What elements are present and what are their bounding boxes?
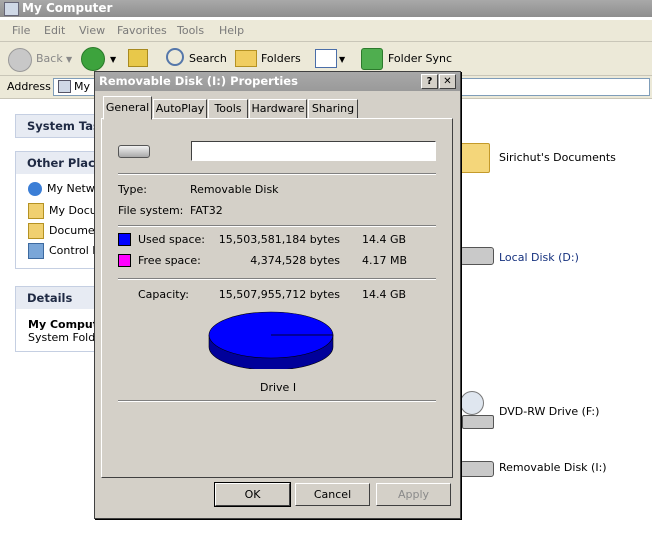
window-title: My Computer: [22, 1, 113, 15]
search-icon[interactable]: [166, 48, 184, 66]
folder-sync-icon[interactable]: [361, 48, 383, 70]
other-places-item[interactable]: Control P: [28, 243, 99, 259]
free-space-bytes: 4,374,528 bytes: [250, 254, 340, 267]
free-space-size: 4.17 MB: [362, 254, 408, 267]
other-places-label: My Netw: [47, 182, 95, 195]
folders-button[interactable]: Folders: [261, 52, 301, 65]
separator: [118, 173, 436, 175]
back-label: Back: [36, 52, 63, 65]
volume-label-input[interactable]: [191, 141, 436, 161]
cancel-button[interactable]: Cancel: [295, 483, 370, 506]
separator: [118, 400, 436, 402]
file-item-label: Sirichut's Documents: [499, 151, 616, 164]
other-places-label: Control P: [49, 244, 99, 257]
capacity-size: 14.4 GB: [362, 288, 407, 301]
free-space-swatch: [118, 254, 131, 267]
file-item[interactable]: DVD-RW Drive (F:): [460, 389, 640, 433]
file-item-label: DVD-RW Drive (F:): [499, 405, 600, 418]
window-titlebar: My Computer: [0, 0, 652, 17]
network-icon: [28, 182, 42, 196]
used-space-size: 14.4 GB: [362, 233, 407, 246]
free-space-label: Free space:: [138, 254, 201, 267]
separator: [118, 225, 436, 227]
back-dropdown-icon[interactable]: ▼: [66, 55, 72, 64]
address-label: Address: [7, 80, 51, 93]
tab-hardware[interactable]: Hardware: [249, 99, 307, 120]
folder-icon: [460, 143, 490, 173]
help-button[interactable]: ?: [421, 74, 438, 89]
menu-edit[interactable]: Edit: [44, 24, 65, 37]
other-places-label: Documer: [49, 224, 100, 237]
other-places-item[interactable]: My Docu: [28, 203, 97, 219]
used-space-bytes: 15,503,581,184 bytes: [218, 233, 340, 246]
computer-icon: [4, 2, 19, 16]
up-folder-icon[interactable]: [128, 49, 148, 67]
control-panel-icon: [28, 243, 44, 259]
tab-autoplay[interactable]: AutoPlay: [153, 99, 207, 120]
dvd-icon: [460, 391, 484, 415]
tab-general[interactable]: General: [103, 96, 152, 120]
menu-view[interactable]: View: [79, 24, 105, 37]
file-item-label: Removable Disk (I:): [499, 461, 607, 474]
drive-body-icon: [462, 415, 494, 429]
disk-usage-pie-chart: [208, 311, 334, 369]
menu-bar: File Edit View Favorites Tools Help: [0, 20, 652, 42]
menu-favorites[interactable]: Favorites: [117, 24, 167, 37]
details-name: My Comput: [28, 318, 99, 331]
used-space-label: Used space:: [138, 233, 206, 246]
details-title[interactable]: Details: [16, 287, 106, 309]
ok-button[interactable]: OK: [214, 482, 291, 507]
used-space-swatch: [118, 233, 131, 246]
computer-icon: [58, 80, 71, 93]
menu-help[interactable]: Help: [219, 24, 244, 37]
other-places-title[interactable]: Other Place: [16, 152, 106, 174]
folder-sync-button[interactable]: Folder Sync: [388, 52, 452, 65]
search-button[interactable]: Search: [189, 52, 227, 65]
back-arrow-icon: [8, 48, 32, 72]
general-tab-panel: Type: Removable Disk File system: FAT32 …: [101, 118, 453, 478]
system-tasks-title[interactable]: System Tas: [16, 115, 106, 137]
folders-icon[interactable]: [235, 50, 257, 67]
apply-button[interactable]: Apply: [376, 483, 451, 506]
details-type: System Folde: [28, 331, 102, 344]
filesystem-label: File system:: [118, 204, 184, 217]
file-item[interactable]: Sirichut's Documents: [460, 141, 640, 175]
documents-folder-icon: [28, 203, 44, 219]
tab-sharing[interactable]: Sharing: [308, 99, 358, 120]
file-item[interactable]: Local Disk (D:): [460, 241, 640, 271]
forward-arrow-icon[interactable]: [81, 47, 105, 71]
file-item-label: Local Disk (D:): [499, 251, 579, 264]
capacity-label: Capacity:: [138, 288, 189, 301]
type-value: Removable Disk: [190, 183, 279, 196]
drive-label: Drive I: [260, 381, 297, 394]
dialog-titlebar[interactable]: Removable Disk (I:) Properties ? ✕: [95, 72, 460, 91]
address-value: My: [74, 80, 91, 93]
forward-dropdown-icon[interactable]: ▼: [110, 55, 116, 64]
dialog-title: Removable Disk (I:) Properties: [99, 74, 298, 88]
hard-disk-icon: [460, 247, 494, 265]
capacity-bytes: 15,507,955,712 bytes: [218, 288, 340, 301]
file-item[interactable]: Removable Disk (I:): [460, 455, 640, 485]
tab-tools[interactable]: Tools: [208, 99, 248, 120]
other-places-item[interactable]: My Netw: [28, 182, 95, 196]
views-icon[interactable]: [315, 49, 337, 68]
menu-file[interactable]: File: [12, 24, 30, 37]
other-places-label: My Docu: [49, 204, 97, 217]
filesystem-value: FAT32: [190, 204, 223, 217]
removable-drive-icon: [118, 145, 150, 158]
views-dropdown-icon[interactable]: ▼: [339, 55, 345, 64]
menu-tools[interactable]: Tools: [177, 24, 204, 37]
separator: [118, 278, 436, 280]
properties-dialog: Removable Disk (I:) Properties ? ✕ Gener…: [94, 71, 461, 519]
other-places-item[interactable]: Documer: [28, 223, 99, 239]
removable-disk-icon: [460, 461, 494, 477]
folder-icon: [28, 223, 44, 239]
close-button[interactable]: ✕: [439, 74, 456, 89]
type-label: Type:: [118, 183, 147, 196]
